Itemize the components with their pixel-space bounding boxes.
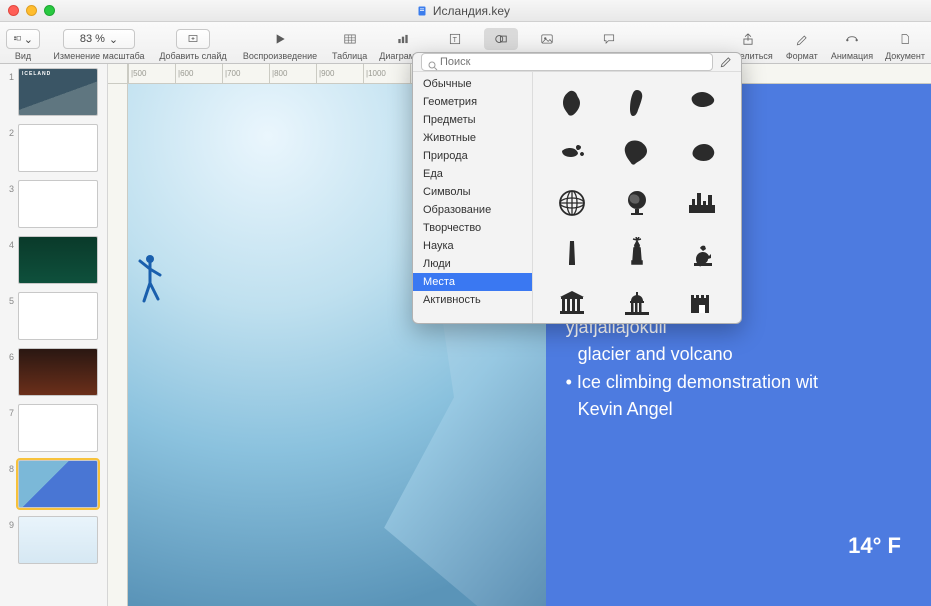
shape-category-item[interactable]: Наука — [413, 237, 532, 255]
close-window-button[interactable] — [8, 5, 19, 16]
shape-skyline[interactable] — [682, 185, 722, 221]
shape-search-input[interactable] — [421, 53, 713, 71]
shape-category-item[interactable]: Обычные — [413, 75, 532, 93]
window-controls — [8, 5, 55, 16]
shape-asia-islands[interactable] — [552, 135, 592, 171]
titlebar: Исландия.key — [0, 0, 931, 22]
shape-parthenon[interactable] — [552, 285, 592, 321]
shape-category-item[interactable]: Активность — [413, 291, 532, 309]
slide-thumb-4[interactable]: 4 — [4, 236, 103, 284]
slide-thumb-2[interactable]: 2 — [4, 124, 103, 172]
shape-capitol[interactable] — [617, 285, 657, 321]
slide-thumb-8[interactable]: 8 — [4, 460, 103, 508]
shape-grid[interactable] — [533, 72, 741, 324]
slide-thumb-6[interactable]: 6 — [4, 348, 103, 396]
zoom-select[interactable]: 83 %⌄ Изменение масштаба — [52, 28, 146, 61]
temperature-label: 14° F — [848, 531, 901, 562]
shape-africa[interactable] — [552, 85, 592, 121]
document-button[interactable]: Документ — [885, 28, 925, 61]
slide-thumb-9[interactable]: 9 — [4, 516, 103, 564]
shape-globe-wire[interactable] — [552, 185, 592, 221]
view-button[interactable]: ⌄ Вид — [6, 28, 40, 61]
shape-category-item[interactable]: Еда — [413, 165, 532, 183]
shape-europe[interactable] — [682, 85, 722, 121]
ruler-vertical — [108, 84, 128, 606]
shape-obelisk[interactable] — [552, 235, 592, 271]
zoom-window-button[interactable] — [44, 5, 55, 16]
shape-category-item[interactable]: Образование — [413, 201, 532, 219]
shape-category-item[interactable]: Предметы — [413, 111, 532, 129]
slide-text: glacier and volcano — [564, 342, 913, 367]
pen-tool-icon[interactable] — [719, 55, 733, 69]
popover-search-bar — [413, 53, 741, 72]
shape-category-item[interactable]: Люди — [413, 255, 532, 273]
shape-castle[interactable] — [682, 285, 722, 321]
slide-thumb-1[interactable]: 1ICELAND — [4, 68, 103, 116]
shape-category-item[interactable]: Творчество — [413, 219, 532, 237]
slide-text: • Ice climbing demonstration wit — [564, 370, 913, 395]
climber-graphic — [136, 251, 166, 311]
shape-liberty[interactable] — [617, 235, 657, 271]
animate-button[interactable]: Анимация — [831, 28, 873, 61]
shape-equestrian[interactable] — [682, 235, 722, 271]
slide-thumb-3[interactable]: 3 — [4, 180, 103, 228]
window-title: Исландия.key — [433, 4, 510, 18]
shape-north-america[interactable] — [617, 135, 657, 171]
shape-category-item[interactable]: Геометрия — [413, 93, 532, 111]
table-button[interactable]: Таблица — [332, 28, 367, 61]
shape-globe-solid[interactable] — [617, 185, 657, 221]
slide-thumb-7[interactable]: 7 — [4, 404, 103, 452]
slide-thumb-5[interactable]: 5 — [4, 292, 103, 340]
minimize-window-button[interactable] — [26, 5, 37, 16]
ruler-corner — [108, 64, 128, 84]
document-icon — [416, 5, 428, 17]
shape-category-item[interactable]: Символы — [413, 183, 532, 201]
play-button[interactable]: Воспроизведение — [240, 28, 320, 61]
shape-australia[interactable] — [682, 135, 722, 171]
shape-category-item[interactable]: Места — [413, 273, 532, 291]
slide-navigator[interactable]: 1ICELAND 2 3 4 5 6 7 8 9 — [0, 64, 108, 606]
shape-south-america[interactable] — [617, 85, 657, 121]
shape-category-list[interactable]: ОбычныеГеометрияПредметыЖивотныеПриродаЕ… — [413, 72, 533, 324]
shapes-popover: ОбычныеГеометрияПредметыЖивотныеПриродаЕ… — [412, 52, 742, 324]
format-button[interactable]: Формат — [785, 28, 819, 61]
shape-category-item[interactable]: Животные — [413, 129, 532, 147]
shape-category-item[interactable]: Природа — [413, 147, 532, 165]
add-slide-button[interactable]: Добавить слайд — [158, 28, 228, 61]
slide-text: Kevin Angel — [564, 397, 913, 422]
svg-text:T: T — [453, 37, 458, 44]
